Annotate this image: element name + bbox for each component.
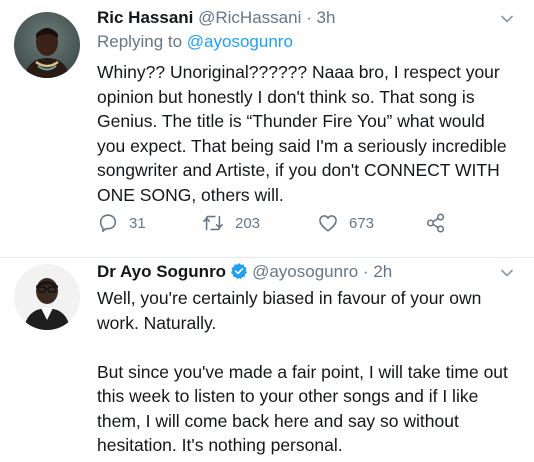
author-handle[interactable]: @ayosogunro [252, 262, 358, 281]
caret-down-icon[interactable] [500, 12, 514, 26]
tweet-text: Whiny?? Unoriginal?????? Naaa bro, I res… [97, 60, 517, 207]
timestamp[interactable]: 3h [317, 8, 336, 27]
tweet-text: Well, you're certainly biased in favour … [97, 286, 517, 458]
share-icon [426, 213, 445, 233]
tweet-paragraph: Well, you're certainly biased in favour … [97, 288, 482, 333]
verified-badge-icon [231, 263, 248, 280]
reply-count: 31 [129, 214, 146, 232]
retweet-count: 203 [235, 214, 261, 232]
author-name[interactable]: Ric Hassani [97, 8, 193, 27]
tweet-ayo-sogunro[interactable]: Dr Ayo Sogunro @ayosogunro · 2h Well, yo… [0, 258, 534, 462]
replying-to: Replying to @ayosogunro [97, 32, 293, 52]
author-handle[interactable]: @RicHassani [198, 8, 301, 27]
reply-button[interactable]: 31 [97, 212, 146, 234]
retweet-icon [203, 215, 223, 231]
reply-icon [99, 214, 117, 233]
caret-down-icon[interactable] [500, 266, 514, 280]
avatar-ayo-sogunro[interactable] [14, 264, 80, 330]
like-count: 673 [349, 214, 375, 232]
like-button[interactable]: 673 [317, 212, 374, 234]
share-button[interactable] [425, 212, 447, 234]
timestamp[interactable]: 2h [373, 262, 392, 281]
avatar-ric-hassani[interactable] [14, 12, 80, 78]
tweet-paragraph: Whiny?? Unoriginal?????? Naaa bro, I res… [97, 62, 507, 205]
tweet-header: Ric Hassani @RicHassani · 3h [97, 8, 335, 28]
tweet-paragraph: But since you've made a fair point, I wi… [97, 361, 508, 456]
tweet-ric-hassani[interactable]: Ric Hassani @RicHassani · 3h Replying to… [0, 0, 534, 258]
separator-dot: · [362, 262, 369, 281]
author-name[interactable]: Dr Ayo Sogunro [97, 262, 226, 281]
tweet-actions: 31 203 673 [97, 212, 497, 238]
replying-prefix: Replying to [97, 32, 183, 51]
tweet-header: Dr Ayo Sogunro @ayosogunro · 2h [97, 262, 392, 282]
separator-dot: · [306, 8, 312, 27]
retweet-button[interactable]: 203 [201, 212, 260, 234]
like-icon [319, 215, 337, 232]
replying-mention-link[interactable]: @ayosogunro [187, 32, 293, 51]
